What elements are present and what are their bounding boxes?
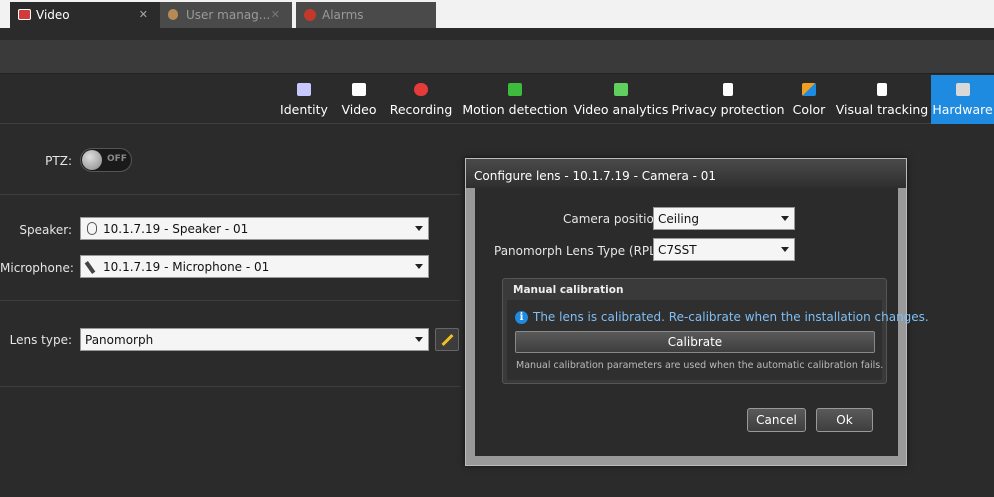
camera-position-value: Ceiling xyxy=(658,211,699,226)
ok-button[interactable]: Ok xyxy=(816,408,873,432)
chevron-down-icon xyxy=(781,247,789,252)
tab-label: Video xyxy=(36,8,70,22)
tab-label: Alarms xyxy=(322,8,364,22)
ptz-toggle[interactable]: OFF xyxy=(80,148,132,172)
config-tab-label: Hardware xyxy=(932,102,993,117)
config-tab-label: Privacy protection xyxy=(671,102,785,117)
divider xyxy=(0,194,460,195)
edit-lens-button[interactable] xyxy=(435,328,459,351)
config-tab-hardware[interactable]: Hardware xyxy=(931,75,994,124)
chevron-down-icon xyxy=(781,216,789,221)
hardware-icon xyxy=(955,83,970,96)
config-tab-label: Motion detection xyxy=(462,102,568,117)
camera-position-select[interactable]: Ceiling xyxy=(653,207,795,230)
user-icon xyxy=(168,9,178,20)
tab-video[interactable]: Video ✕ xyxy=(10,2,160,28)
tab-label: User manag... xyxy=(186,8,271,22)
divider xyxy=(0,386,460,387)
calibration-status: i The lens is calibrated. Re-calibrate w… xyxy=(515,310,929,324)
lens-type-value: Panomorph xyxy=(85,332,154,347)
config-tab-privacy-protection[interactable]: Privacy protection xyxy=(671,75,785,124)
config-tab-bar: Identity Video Recording Motion detectio… xyxy=(0,75,994,124)
microphone-select[interactable]: 10.1.7.19 - Microphone - 01 xyxy=(80,255,429,278)
config-tab-label: Recording xyxy=(389,102,453,117)
config-tab-visual-tracking[interactable]: Visual tracking xyxy=(835,75,929,124)
tracking-icon xyxy=(877,83,887,96)
config-tab-color[interactable]: Color xyxy=(790,75,828,124)
alarm-icon xyxy=(304,9,316,21)
chevron-down-icon xyxy=(415,264,423,269)
cancel-button[interactable]: Cancel xyxy=(747,408,806,432)
toolbar xyxy=(0,28,994,40)
calibrate-button[interactable]: Calibrate xyxy=(515,331,875,353)
config-tab-identity[interactable]: Identity xyxy=(280,75,328,124)
configure-lens-dialog: Configure lens - 10.1.7.19 - Camera - 01… xyxy=(465,158,929,466)
microphone-icon xyxy=(84,261,96,274)
toggle-knob xyxy=(82,150,102,170)
lens-type-select[interactable]: Panomorph xyxy=(80,328,429,351)
color-icon xyxy=(802,83,816,96)
speaker-label: Speaker: xyxy=(19,223,72,237)
config-tab-video[interactable]: Video xyxy=(338,75,380,124)
calibration-panel: i The lens is calibrated. Re-calibrate w… xyxy=(507,300,929,380)
tab-bar: Video ✕ User manag... ✕ Alarms xyxy=(0,0,994,28)
motion-icon xyxy=(508,83,522,96)
config-tab-label: Identity xyxy=(280,102,328,117)
pencil-icon xyxy=(440,333,454,346)
dialog-body: Camera position: Ceiling Panomorph Lens … xyxy=(475,188,929,456)
close-icon[interactable]: ✕ xyxy=(271,8,280,21)
config-tab-motion-detection[interactable]: Motion detection xyxy=(462,75,568,124)
calibration-status-text: The lens is calibrated. Re-calibrate whe… xyxy=(533,310,929,324)
lens-type-rpl-label: Panomorph Lens Type (RPL): xyxy=(494,244,665,258)
config-tab-label: Color xyxy=(792,102,826,117)
manual-calibration-group: Manual calibration i The lens is calibra… xyxy=(502,278,929,384)
divider xyxy=(0,300,460,301)
chevron-down-icon xyxy=(415,337,423,342)
header-strip xyxy=(0,40,994,74)
analytics-icon xyxy=(614,83,628,96)
dialog-title: Configure lens - 10.1.7.19 - Camera - 01 xyxy=(466,159,906,188)
microphone-value: 10.1.7.19 - Microphone - 01 xyxy=(103,259,270,274)
tab-user-management[interactable]: User manag... ✕ xyxy=(160,2,292,28)
privacy-icon xyxy=(723,83,733,96)
config-tab-video-analytics[interactable]: Video analytics xyxy=(573,75,669,124)
video-icon xyxy=(352,83,366,96)
camera-position-label: Camera position: xyxy=(563,212,666,226)
speaker-select[interactable]: 10.1.7.19 - Speaker - 01 xyxy=(80,217,429,240)
calibration-note: Manual calibration parameters are used w… xyxy=(516,360,884,371)
config-tab-label: Visual tracking xyxy=(835,102,929,117)
speaker-icon xyxy=(87,222,97,235)
config-tab-label: Video xyxy=(341,102,377,117)
recording-icon xyxy=(414,83,428,96)
lens-type-rpl-select[interactable]: C7SST xyxy=(653,238,795,261)
ptz-state: OFF xyxy=(107,154,127,164)
video-tab-icon xyxy=(18,9,31,20)
config-tab-recording[interactable]: Recording xyxy=(390,75,452,124)
speaker-value: 10.1.7.19 - Speaker - 01 xyxy=(103,221,249,236)
info-icon: i xyxy=(515,310,528,324)
lens-type-rpl-value: C7SST xyxy=(658,242,697,257)
chevron-down-icon xyxy=(415,226,423,231)
group-title: Manual calibration xyxy=(513,284,624,296)
identity-icon xyxy=(297,83,311,96)
ptz-label: PTZ: xyxy=(45,154,72,168)
tab-alarms[interactable]: Alarms xyxy=(296,2,436,28)
microphone-label: Microphone: xyxy=(0,261,74,275)
lens-type-label: Lens type: xyxy=(9,333,72,347)
close-icon[interactable]: ✕ xyxy=(139,8,148,21)
config-tab-label: Video analytics xyxy=(573,102,669,117)
